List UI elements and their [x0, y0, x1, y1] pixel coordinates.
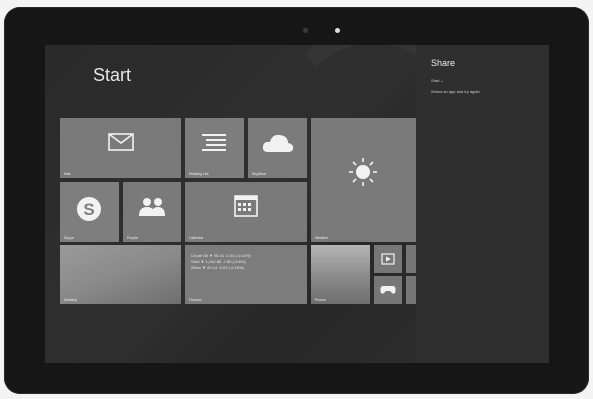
camera-dot [335, 28, 340, 33]
people-icon [137, 196, 167, 218]
gamepad-icon [379, 284, 397, 296]
tile-people[interactable]: People [123, 182, 181, 242]
reading-list-icon [201, 132, 227, 154]
tile-video[interactable] [374, 245, 402, 273]
tile-reading-list[interactable]: Reading List [185, 118, 244, 178]
tile-desktop[interactable]: Desktop [60, 245, 181, 304]
cloud-icon [262, 132, 294, 154]
sun-icon [347, 156, 379, 188]
start-screen: Start Mail Reading List SkyDrive Weather… [45, 45, 549, 363]
tile-label: Skype [64, 236, 74, 240]
share-title: Share [431, 58, 456, 68]
tile-label: Reading List [189, 172, 209, 176]
calendar-icon [233, 194, 259, 218]
share-pane: Share Start ⌄ Select an app and try agai… [416, 45, 549, 363]
video-icon [380, 252, 396, 266]
tile-label: SkyDrive [252, 172, 267, 176]
tile-finance[interactable]: Crude Oil ▼ 96.41 -0.04 (-0.04%) Gold ▼ … [185, 245, 307, 304]
tile-label: Desktop [64, 298, 77, 302]
tile-skype[interactable]: S Skype [60, 182, 119, 242]
tile-label: Photos [315, 298, 326, 302]
svg-text:S: S [83, 200, 94, 219]
tile-partial-bottom[interactable] [406, 276, 416, 304]
tile-skydrive[interactable]: SkyDrive [248, 118, 307, 178]
skype-icon: S [74, 194, 104, 224]
tile-label: Mail [64, 172, 71, 176]
mail-icon [108, 132, 134, 152]
sensor-dot [303, 28, 308, 33]
share-app-selector[interactable]: Start ⌄ [431, 78, 444, 83]
tile-label: Calendar [189, 236, 204, 240]
start-title: Start [93, 65, 132, 85]
tile-games[interactable] [374, 276, 402, 304]
share-message: Select an app and try again. [431, 89, 481, 94]
tile-calendar[interactable]: Calendar [185, 182, 307, 242]
tile-weather[interactable]: Weather [311, 118, 416, 242]
finance-row: Silver ▼ 20.14 -0.03 (-0.15%) [191, 265, 244, 270]
tile-photos[interactable]: Photos [311, 245, 370, 304]
tile-label: People [127, 236, 138, 240]
finance-quotes: Crude Oil ▼ 96.41 -0.04 (-0.04%) Gold ▼ … [191, 253, 251, 271]
tile-mail[interactable]: Mail [60, 118, 181, 178]
tile-label: Weather [315, 236, 329, 240]
tile-partial-top[interactable] [406, 245, 416, 273]
tile-label: Finance [189, 298, 202, 302]
